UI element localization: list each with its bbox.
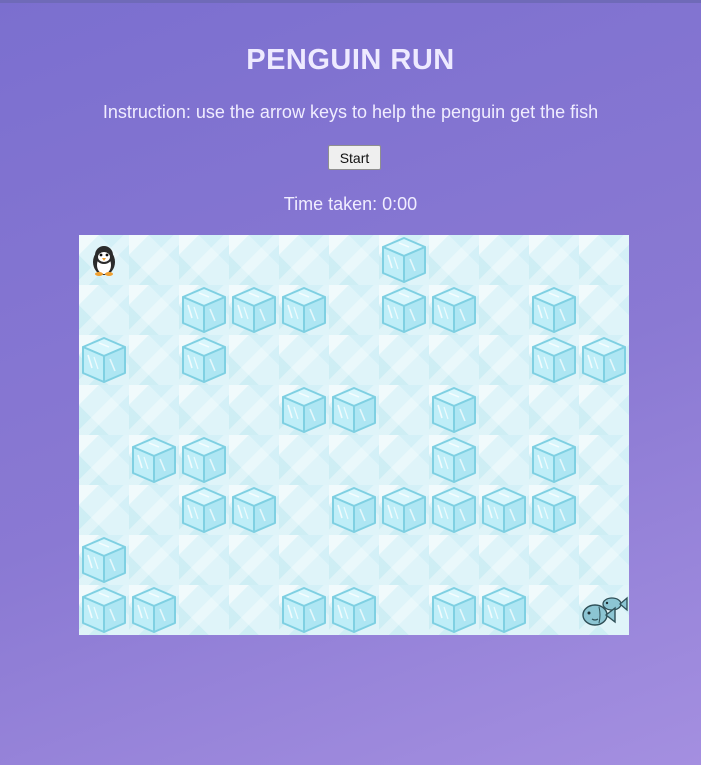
- start-button[interactable]: Start: [328, 145, 381, 170]
- ice-block-icon: [479, 585, 529, 635]
- timer-text: Time taken: 0:00: [283, 194, 418, 214]
- ice-block-icon: [179, 435, 229, 485]
- ice-block-icon: [329, 585, 379, 635]
- ice-block-icon: [479, 485, 529, 535]
- ice-block-icon: [379, 235, 429, 285]
- ice-block-icon: [529, 335, 579, 385]
- ice-block-icon: [79, 335, 129, 385]
- ice-block-icon: [129, 435, 179, 485]
- ice-block-icon: [279, 285, 329, 335]
- ice-block-icon: [229, 485, 279, 535]
- ice-block-icon: [179, 335, 229, 385]
- penguin-icon: [79, 235, 129, 285]
- ice-block-icon: [429, 285, 479, 335]
- ice-block-icon: [529, 285, 579, 335]
- ice-block-icon: [79, 585, 129, 635]
- game-title: PENGUIN RUN: [246, 44, 455, 76]
- instruction-text: Instruction: use the arrow keys to help …: [102, 102, 599, 122]
- ice-block-icon: [79, 535, 129, 585]
- game-board[interactable]: [79, 235, 629, 635]
- top-edge: [0, 0, 701, 3]
- ice-block-icon: [229, 285, 279, 335]
- ice-block-icon: [579, 335, 629, 385]
- ice-block-icon: [179, 285, 229, 335]
- ice-block-icon: [379, 485, 429, 535]
- ice-block-icon: [429, 385, 479, 435]
- ice-block-icon: [529, 485, 579, 535]
- ice-block-icon: [379, 285, 429, 335]
- ice-block-icon: [429, 485, 479, 535]
- ice-block-icon: [429, 435, 479, 485]
- ice-block-icon: [329, 485, 379, 535]
- fish-icon: [579, 585, 629, 635]
- ice-block-icon: [529, 435, 579, 485]
- ice-block-icon: [279, 585, 329, 635]
- ice-block-icon: [329, 385, 379, 435]
- ice-block-icon: [279, 385, 329, 435]
- ice-block-icon: [429, 585, 479, 635]
- ice-block-icon: [129, 585, 179, 635]
- ice-block-icon: [179, 485, 229, 535]
